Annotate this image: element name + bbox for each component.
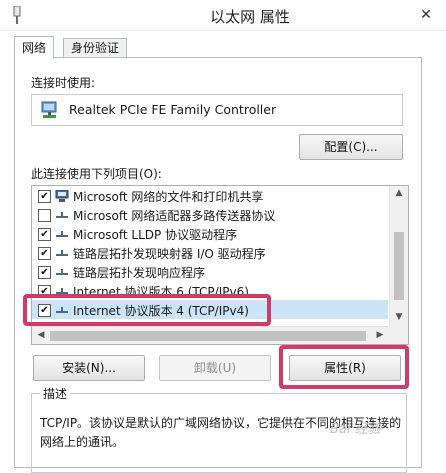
install-button[interactable]: 安装(N)... (33, 355, 145, 381)
close-icon[interactable]: ✕ (412, 4, 440, 26)
adapter-field: Realtek PCIe FE Family Controller (31, 94, 403, 126)
tab-bar: 网络 身份验证 (0, 36, 446, 59)
checkbox[interactable]: ✔ (38, 247, 51, 260)
title-bar[interactable]: 以太网 属性 ✕ (0, 0, 446, 31)
list-item[interactable]: Microsoft 网络适配器多路传送器协议 (32, 205, 388, 224)
items-label: 此连接使用下列项目(O): (31, 167, 162, 181)
watermark: Bai 经验 (330, 422, 381, 437)
list-item-label: Microsoft 网络的文件和打印机共享 (73, 190, 264, 204)
list-item-label: Microsoft LLDP 协议驱动程序 (73, 228, 238, 242)
vertical-scrollbar[interactable]: ▲ ▼ (389, 186, 408, 326)
description-title: 描述 (40, 385, 71, 402)
scroll-corner (389, 326, 408, 344)
adapter-name: Realtek PCIe FE Family Controller (69, 102, 277, 117)
connect-using-label: 连接时使用: (31, 76, 96, 90)
properties-highlight-box (279, 345, 409, 389)
protocol-icon (56, 250, 68, 256)
tab-authentication[interactable]: 身份验证 (63, 38, 128, 58)
protocol-icon (56, 212, 68, 218)
scroll-thumb[interactable] (394, 232, 404, 300)
window-title: 以太网 属性 (210, 8, 290, 26)
list-item[interactable]: ✔ Microsoft 网络的文件和打印机共享 (32, 186, 388, 205)
window-icon (13, 6, 21, 24)
list-item-label: Microsoft 网络适配器多路传送器协议 (73, 209, 276, 223)
network-tab-panel: 连接时使用: Realtek PCIe FE Family Controller… (14, 57, 422, 473)
list-item[interactable]: ✔ 链路层拓扑发现响应程序 (32, 262, 388, 281)
ipv4-highlight-box (23, 294, 271, 326)
list-item[interactable]: ✔ Microsoft LLDP 协议驱动程序 (32, 224, 388, 243)
protocol-icon (56, 269, 68, 275)
checkbox[interactable] (38, 209, 51, 222)
list-item-label: 链路层拓扑发现映射器 I/O 驱动程序 (73, 247, 266, 261)
protocol-icon (56, 231, 68, 237)
horizontal-scrollbar[interactable]: ◀ ▶ (32, 326, 389, 344)
scroll-up-icon[interactable]: ▲ (390, 188, 408, 198)
scroll-down-icon[interactable]: ▼ (390, 312, 408, 322)
tab-network[interactable]: 网络 (14, 36, 55, 59)
list-item[interactable]: ✔ 链路层拓扑发现映射器 I/O 驱动程序 (32, 243, 388, 262)
list-item-label: 链路层拓扑发现响应程序 (73, 266, 206, 280)
scroll-thumb[interactable] (50, 331, 366, 341)
uninstall-button[interactable]: 卸载(U) (159, 355, 271, 381)
network-adapter-icon (41, 101, 57, 118)
configure-button[interactable]: 配置(C)... (299, 134, 403, 160)
checkbox[interactable]: ✔ (38, 190, 51, 203)
scroll-right-icon[interactable]: ▶ (371, 330, 389, 340)
checkbox[interactable]: ✔ (38, 228, 51, 241)
printer-network-icon (55, 190, 69, 202)
scroll-left-icon[interactable]: ◀ (32, 330, 50, 340)
checkbox[interactable]: ✔ (38, 266, 51, 279)
